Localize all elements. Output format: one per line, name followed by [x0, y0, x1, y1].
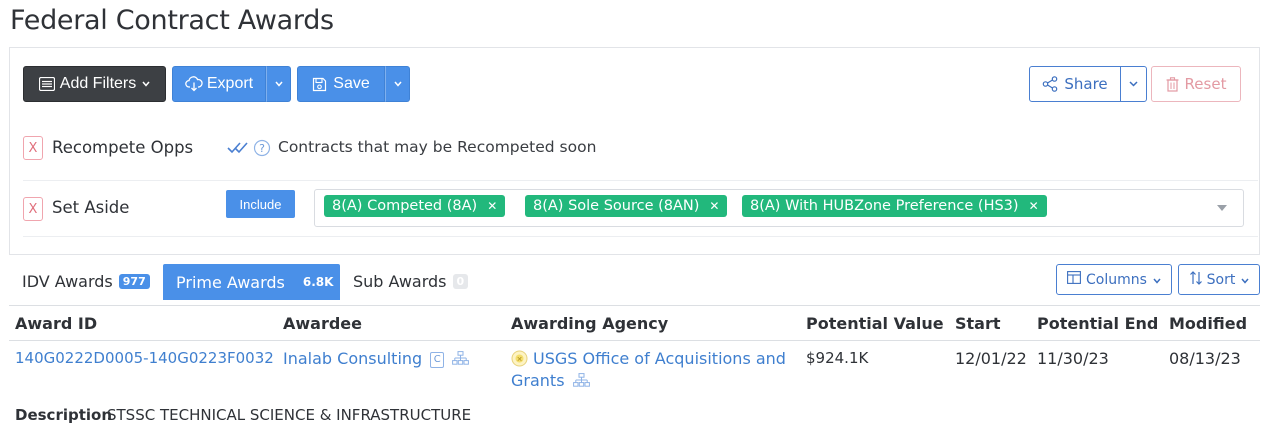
tag-label: 8(A) With HUBZone Preference (HS3) — [750, 198, 1019, 214]
cloud-download-icon — [185, 76, 203, 92]
awardee-cell: Inalab Consulting C — [283, 349, 470, 369]
filter-row-divider — [23, 180, 1258, 181]
reset-button[interactable]: Reset — [1151, 66, 1241, 102]
recompete-filter-label: Recompete Opps — [52, 138, 194, 157]
page-title: Federal Contract Awards — [10, 5, 334, 36]
hierarchy-icon[interactable] — [452, 350, 470, 369]
reset-label: Reset — [1184, 75, 1227, 93]
remove-set-aside-filter[interactable]: X — [23, 197, 43, 221]
sort-button[interactable]: Sort — [1178, 264, 1260, 295]
share-button[interactable]: Share — [1029, 66, 1121, 102]
tag-8a-competed: 8(A) Competed (8A) ✕ — [324, 195, 506, 217]
trash-icon — [1166, 76, 1179, 92]
recompete-description: Contracts that may be Recompeted soon — [278, 138, 597, 156]
tag-8a-sole-source: 8(A) Sole Source (8AN) ✕ — [525, 195, 728, 217]
select-dropdown-caret[interactable] — [1217, 205, 1227, 211]
share-icon — [1042, 76, 1058, 92]
tab-idv-awards[interactable]: IDV Awards 977 — [22, 264, 150, 299]
tab-sub-awards[interactable]: Sub Awards 0 — [353, 264, 469, 299]
tag-label: 8(A) Sole Source (8AN) — [533, 198, 700, 214]
description-value: STSSC TECHNICAL SCIENCE & INFRASTRUCTURE — [107, 406, 472, 424]
column-header-award-id[interactable]: Award ID — [15, 314, 97, 333]
share-options-toggle[interactable] — [1120, 66, 1147, 102]
include-toggle-button[interactable]: Include — [226, 190, 295, 218]
sort-label: Sort — [1206, 271, 1236, 288]
save-label: Save — [333, 75, 370, 92]
column-header-modified[interactable]: Modified — [1169, 314, 1247, 333]
add-filters-label: Add Filters — [59, 75, 137, 92]
agency-seal-icon: ✕ — [511, 350, 528, 372]
column-header-potential-end[interactable]: Potential End — [1037, 314, 1158, 333]
chevron-down-icon — [393, 81, 402, 87]
columns-button[interactable]: Columns — [1056, 264, 1172, 295]
set-aside-filter-label: Set Aside — [52, 198, 130, 217]
list-icon — [38, 77, 55, 91]
floppy-disk-icon — [312, 77, 327, 92]
agency-line2-cell: Grants — [511, 371, 590, 391]
svg-text:✕: ✕ — [517, 356, 523, 364]
hierarchy-icon[interactable] — [572, 372, 590, 391]
chevron-down-icon — [274, 81, 283, 87]
description-label: Description — [15, 406, 113, 424]
tag-label: 8(A) Competed (8A) — [332, 198, 478, 214]
export-options-toggle[interactable] — [266, 66, 291, 102]
tab-label: IDV Awards — [22, 272, 113, 291]
columns-label: Columns — [1086, 271, 1147, 288]
help-icon[interactable]: ? — [253, 139, 271, 162]
columns-icon — [1067, 271, 1081, 288]
save-options-toggle[interactable] — [385, 66, 410, 102]
tab-count-badge: 6.8K — [302, 275, 334, 289]
tabs-underline — [9, 305, 1260, 306]
export-button[interactable]: Export — [172, 66, 266, 102]
double-check-icon — [227, 141, 249, 160]
potential-value-cell: $924.1K — [806, 349, 869, 367]
svg-text:?: ? — [259, 142, 265, 155]
chevron-down-icon — [1153, 272, 1161, 288]
tab-count-badge: 977 — [118, 274, 150, 289]
chevron-down-icon — [1129, 81, 1138, 87]
column-header-potential-value[interactable]: Potential Value — [806, 314, 944, 333]
add-filters-button[interactable]: Add Filters — [23, 66, 166, 102]
potential-end-cell: 11/30/23 — [1037, 349, 1109, 368]
award-id-link[interactable]: 140G0222D0005-140G0223F0032 — [15, 349, 274, 367]
awardee-link[interactable]: Inalab Consulting — [283, 349, 422, 368]
save-button[interactable]: Save — [297, 66, 385, 102]
awarding-agency-link[interactable]: USGS Office of Acquisitions and — [533, 349, 786, 368]
modified-date-cell: 08/13/23 — [1169, 349, 1241, 368]
filter-row-divider — [23, 236, 1258, 237]
remove-tag-icon[interactable]: ✕ — [1029, 199, 1039, 213]
chevron-down-icon — [142, 81, 150, 87]
awarding-agency-link-cont[interactable]: Grants — [511, 371, 565, 390]
column-header-awardee[interactable]: Awardee — [283, 314, 362, 333]
tab-count-badge: 0 — [452, 274, 469, 289]
tab-prime-awards[interactable]: Prime Awards 6.8K — [163, 264, 340, 300]
tag-8a-hubzone: 8(A) With HUBZone Preference (HS3) ✕ — [742, 195, 1047, 217]
sort-icon — [1189, 270, 1203, 289]
column-header-start[interactable]: Start — [955, 314, 1001, 333]
remove-tag-icon[interactable]: ✕ — [709, 199, 719, 213]
table-header-divider — [9, 340, 1260, 341]
set-aside-select[interactable]: 8(A) Competed (8A) ✕ 8(A) Sole Source (8… — [314, 189, 1244, 227]
awardee-type-badge: C — [430, 351, 445, 368]
start-date-cell: 12/01/22 — [955, 349, 1027, 368]
remove-recompete-filter[interactable]: X — [23, 136, 43, 160]
column-header-awarding-agency[interactable]: Awarding Agency — [511, 314, 668, 333]
tab-label: Prime Awards — [176, 272, 285, 292]
tab-label: Sub Awards — [353, 272, 447, 291]
remove-tag-icon[interactable]: ✕ — [487, 199, 497, 213]
export-label: Export — [206, 75, 254, 92]
share-label: Share — [1064, 75, 1108, 93]
chevron-down-icon — [1241, 272, 1249, 288]
